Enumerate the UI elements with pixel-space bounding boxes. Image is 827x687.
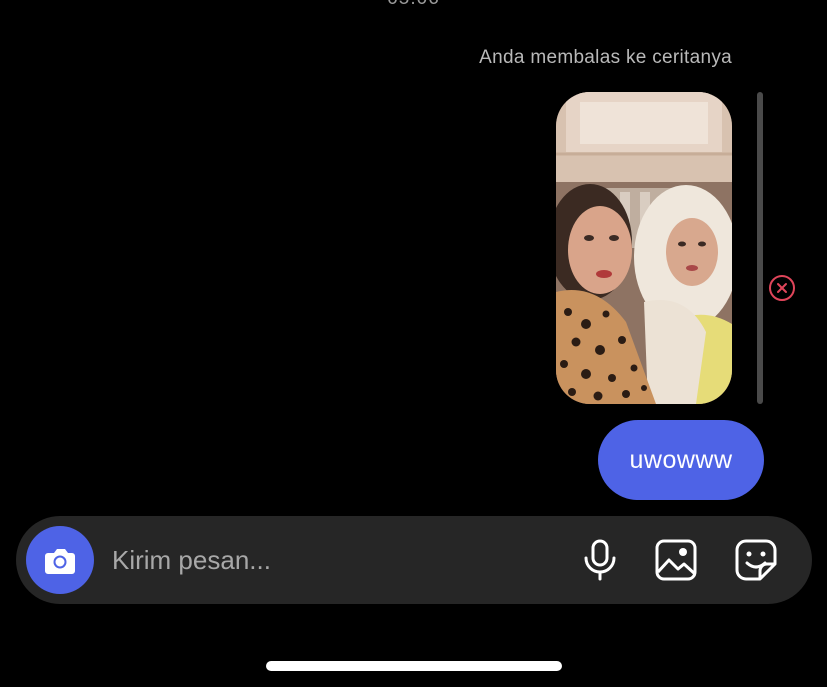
gallery-button[interactable] [653, 537, 699, 583]
microphone-button[interactable] [577, 537, 623, 583]
sticker-button[interactable] [733, 537, 779, 583]
story-reply-indicator-bar [757, 92, 763, 404]
camera-icon [45, 549, 75, 574]
chat-screen: 05.06 Anda membalas ke ceritanya [0, 0, 827, 687]
message-input[interactable] [112, 538, 552, 582]
sent-message-bubble[interactable]: uwowww [598, 420, 764, 500]
message-composer [16, 516, 812, 604]
camera-button[interactable] [26, 526, 94, 594]
sent-message-text: uwowww [629, 445, 733, 474]
story-preview-image[interactable] [556, 92, 732, 404]
image-icon [655, 539, 697, 581]
sticker-icon [735, 539, 777, 581]
message-timestamp: 05.06 [0, 0, 827, 10]
error-x-circle-icon[interactable] [768, 274, 796, 302]
home-indicator[interactable] [266, 661, 562, 671]
story-photo [556, 92, 732, 404]
microphone-icon [584, 539, 616, 581]
story-reply-note: Anda membalas ke ceritanya [479, 47, 732, 68]
